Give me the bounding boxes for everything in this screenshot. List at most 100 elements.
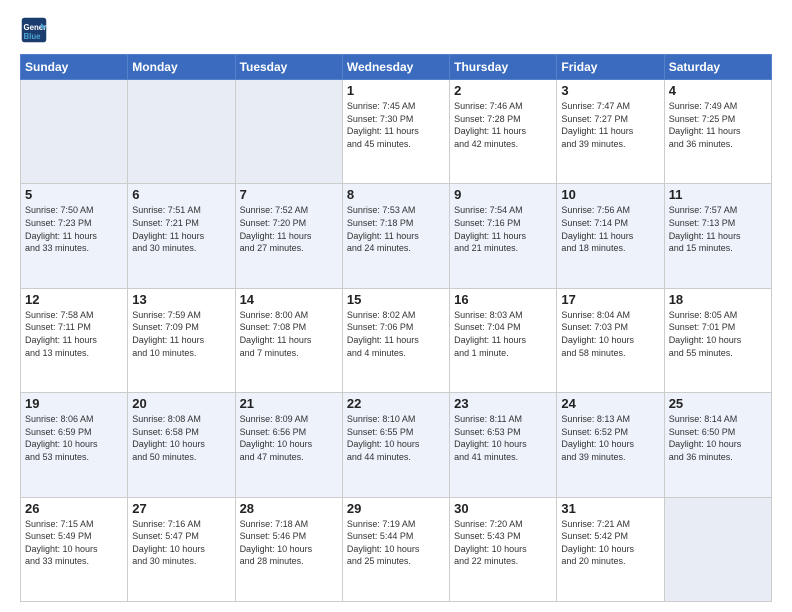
day-info: Sunrise: 8:11 AM Sunset: 6:53 PM Dayligh… <box>454 413 552 463</box>
day-cell: 14Sunrise: 8:00 AM Sunset: 7:08 PM Dayli… <box>235 288 342 392</box>
day-number: 19 <box>25 396 123 411</box>
day-number: 6 <box>132 187 230 202</box>
day-cell <box>21 80 128 184</box>
day-cell: 27 Sunrise: 7:16 AM Sunset: 5:47 PM Dayli… <box>128 497 235 601</box>
day-info: Sunrise: 7:50 AM Sunset: 7:23 PM Dayligh… <box>25 204 123 254</box>
day-info: Sunrise: 7:58 AM Sunset: 7:11 PM Dayligh… <box>25 309 123 359</box>
day-cell: 23 Sunrise: 8:11 AM Sunset: 6:53 PM Dayli… <box>450 393 557 497</box>
day-header-friday: Friday <box>557 55 664 80</box>
day-cell: 9Sunrise: 7:54 AM Sunset: 7:16 PM Daylig… <box>450 184 557 288</box>
page: General Blue SundayMondayTuesdayWednesda… <box>0 0 792 612</box>
day-number: 31 <box>561 501 659 516</box>
day-cell: 26Sunrise: 7:15 AM Sunset: 5:49 PM Dayli… <box>21 497 128 601</box>
header: General Blue <box>20 16 772 44</box>
day-info: Sunrise: 8:05 AM Sunset: 7:01 PM Dayligh… <box>669 309 767 359</box>
day-cell: 7 Sunrise: 7:52 AM Sunset: 7:20 PM Daylig… <box>235 184 342 288</box>
day-info: Sunrise: 7:45 AM Sunset: 7:30 PM Dayligh… <box>347 100 445 150</box>
day-number: 5 <box>25 187 123 202</box>
day-info: Sunrise: 7:47 AM Sunset: 7:27 PM Dayligh… <box>561 100 659 150</box>
day-cell: 21 Sunrise: 8:09 AM Sunset: 6:56 PM Dayli… <box>235 393 342 497</box>
day-cell: 15Sunrise: 8:02 AM Sunset: 7:06 PM Dayli… <box>342 288 449 392</box>
day-cell: 25Sunrise: 8:14 AM Sunset: 6:50 PM Dayli… <box>664 393 771 497</box>
day-info: Sunrise: 7:59 AM Sunset: 7:09 PM Dayligh… <box>132 309 230 359</box>
logo: General Blue <box>20 16 52 44</box>
day-number: 30 <box>454 501 552 516</box>
day-cell: 13 Sunrise: 7:59 AM Sunset: 7:09 PM Dayli… <box>128 288 235 392</box>
day-info: Sunrise: 7:21 AM Sunset: 5:42 PM Dayligh… <box>561 518 659 568</box>
day-info: Sunrise: 7:18 AM Sunset: 5:46 PM Dayligh… <box>240 518 338 568</box>
day-cell: 20 Sunrise: 8:08 AM Sunset: 6:58 PM Dayli… <box>128 393 235 497</box>
day-header-thursday: Thursday <box>450 55 557 80</box>
day-info: Sunrise: 8:03 AM Sunset: 7:04 PM Dayligh… <box>454 309 552 359</box>
day-cell <box>664 497 771 601</box>
day-header-saturday: Saturday <box>664 55 771 80</box>
day-cell: 17Sunrise: 8:04 AM Sunset: 7:03 PM Dayli… <box>557 288 664 392</box>
day-number: 24 <box>561 396 659 411</box>
day-number: 18 <box>669 292 767 307</box>
day-info: Sunrise: 7:20 AM Sunset: 5:43 PM Dayligh… <box>454 518 552 568</box>
day-info: Sunrise: 8:04 AM Sunset: 7:03 PM Dayligh… <box>561 309 659 359</box>
day-number: 20 <box>132 396 230 411</box>
day-number: 10 <box>561 187 659 202</box>
day-info: Sunrise: 7:51 AM Sunset: 7:21 PM Dayligh… <box>132 204 230 254</box>
day-info: Sunrise: 7:49 AM Sunset: 7:25 PM Dayligh… <box>669 100 767 150</box>
calendar-table: SundayMondayTuesdayWednesdayThursdayFrid… <box>20 54 772 602</box>
day-number: 28 <box>240 501 338 516</box>
week-row-4: 19 Sunrise: 8:06 AM Sunset: 6:59 PM Dayli… <box>21 393 772 497</box>
day-number: 27 <box>132 501 230 516</box>
day-header-tuesday: Tuesday <box>235 55 342 80</box>
day-cell: 30 Sunrise: 7:20 AM Sunset: 5:43 PM Dayli… <box>450 497 557 601</box>
day-cell: 19 Sunrise: 8:06 AM Sunset: 6:59 PM Dayli… <box>21 393 128 497</box>
week-row-2: 5 Sunrise: 7:50 AM Sunset: 7:23 PM Daylig… <box>21 184 772 288</box>
day-info: Sunrise: 7:56 AM Sunset: 7:14 PM Dayligh… <box>561 204 659 254</box>
day-number: 23 <box>454 396 552 411</box>
day-cell: 24Sunrise: 8:13 AM Sunset: 6:52 PM Dayli… <box>557 393 664 497</box>
day-info: Sunrise: 8:14 AM Sunset: 6:50 PM Dayligh… <box>669 413 767 463</box>
day-cell: 12Sunrise: 7:58 AM Sunset: 7:11 PM Dayli… <box>21 288 128 392</box>
day-number: 21 <box>240 396 338 411</box>
calendar-body: 1 Sunrise: 7:45 AM Sunset: 7:30 PM Daylig… <box>21 80 772 602</box>
day-number: 22 <box>347 396 445 411</box>
day-cell: 8Sunrise: 7:53 AM Sunset: 7:18 PM Daylig… <box>342 184 449 288</box>
day-header-sunday: Sunday <box>21 55 128 80</box>
day-number: 8 <box>347 187 445 202</box>
day-cell: 6 Sunrise: 7:51 AM Sunset: 7:21 PM Daylig… <box>128 184 235 288</box>
day-info: Sunrise: 7:19 AM Sunset: 5:44 PM Dayligh… <box>347 518 445 568</box>
day-header-wednesday: Wednesday <box>342 55 449 80</box>
day-cell: 31 Sunrise: 7:21 AM Sunset: 5:42 PM Dayli… <box>557 497 664 601</box>
day-header-monday: Monday <box>128 55 235 80</box>
day-info: Sunrise: 7:57 AM Sunset: 7:13 PM Dayligh… <box>669 204 767 254</box>
day-cell: 22 Sunrise: 8:10 AM Sunset: 6:55 PM Dayli… <box>342 393 449 497</box>
day-cell: 11 Sunrise: 7:57 AM Sunset: 7:13 PM Dayli… <box>664 184 771 288</box>
day-cell <box>128 80 235 184</box>
day-number: 26 <box>25 501 123 516</box>
day-cell: 2Sunrise: 7:46 AM Sunset: 7:28 PM Daylig… <box>450 80 557 184</box>
day-cell: 10 Sunrise: 7:56 AM Sunset: 7:14 PM Dayli… <box>557 184 664 288</box>
day-cell: 18 Sunrise: 8:05 AM Sunset: 7:01 PM Dayli… <box>664 288 771 392</box>
calendar-header: SundayMondayTuesdayWednesdayThursdayFrid… <box>21 55 772 80</box>
logo-icon: General Blue <box>20 16 48 44</box>
day-number: 9 <box>454 187 552 202</box>
day-cell: 3Sunrise: 7:47 AM Sunset: 7:27 PM Daylig… <box>557 80 664 184</box>
day-headers-row: SundayMondayTuesdayWednesdayThursdayFrid… <box>21 55 772 80</box>
day-cell: 5 Sunrise: 7:50 AM Sunset: 7:23 PM Daylig… <box>21 184 128 288</box>
day-info: Sunrise: 8:08 AM Sunset: 6:58 PM Dayligh… <box>132 413 230 463</box>
day-cell <box>235 80 342 184</box>
day-number: 11 <box>669 187 767 202</box>
day-number: 7 <box>240 187 338 202</box>
week-row-1: 1 Sunrise: 7:45 AM Sunset: 7:30 PM Daylig… <box>21 80 772 184</box>
day-number: 4 <box>669 83 767 98</box>
day-cell: 28 Sunrise: 7:18 AM Sunset: 5:46 PM Dayli… <box>235 497 342 601</box>
day-number: 15 <box>347 292 445 307</box>
day-info: Sunrise: 7:16 AM Sunset: 5:47 PM Dayligh… <box>132 518 230 568</box>
day-number: 13 <box>132 292 230 307</box>
day-number: 1 <box>347 83 445 98</box>
day-info: Sunrise: 8:06 AM Sunset: 6:59 PM Dayligh… <box>25 413 123 463</box>
day-cell: 1 Sunrise: 7:45 AM Sunset: 7:30 PM Daylig… <box>342 80 449 184</box>
day-cell: 4 Sunrise: 7:49 AM Sunset: 7:25 PM Daylig… <box>664 80 771 184</box>
day-number: 14 <box>240 292 338 307</box>
day-info: Sunrise: 8:10 AM Sunset: 6:55 PM Dayligh… <box>347 413 445 463</box>
day-info: Sunrise: 8:09 AM Sunset: 6:56 PM Dayligh… <box>240 413 338 463</box>
day-info: Sunrise: 7:52 AM Sunset: 7:20 PM Dayligh… <box>240 204 338 254</box>
day-number: 2 <box>454 83 552 98</box>
